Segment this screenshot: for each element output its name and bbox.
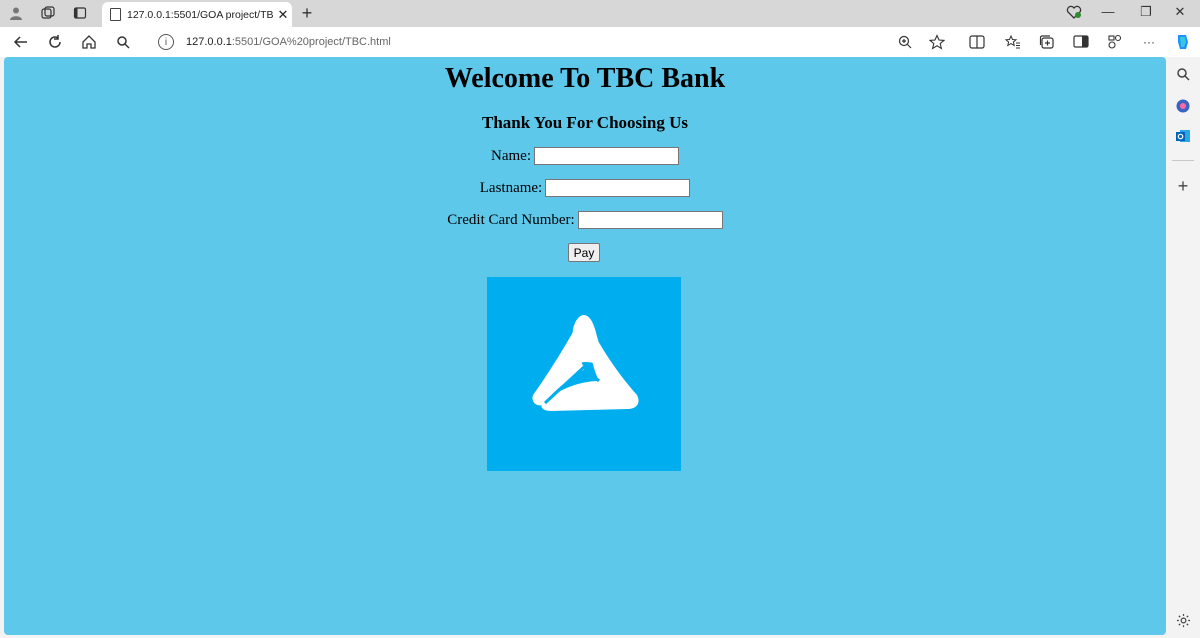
favorite-star-icon[interactable]: [928, 33, 946, 51]
page-viewport: Welcome To TBC Bank Thank You For Choosi…: [4, 57, 1166, 635]
tab-actions-icon[interactable]: [72, 5, 88, 21]
lastname-row: Lastname:: [4, 179, 1166, 197]
tbc-logo: [487, 277, 681, 471]
page-title: Welcome To TBC Bank: [444, 63, 726, 94]
credit-card-input[interactable]: [577, 211, 723, 229]
lastname-label: Lastname:: [479, 179, 543, 196]
minimize-button[interactable]: —: [1098, 4, 1118, 19]
split-screen-icon[interactable]: [968, 33, 986, 51]
sidebar-add-icon[interactable]: +: [1174, 176, 1192, 196]
collections-icon[interactable]: [1038, 33, 1056, 51]
name-label: Name:: [491, 147, 531, 164]
copilot-icon[interactable]: [1174, 33, 1192, 51]
browser-essentials-icon[interactable]: [1072, 33, 1090, 51]
browser-essentials-heart-icon[interactable]: [1064, 4, 1084, 23]
pay-button[interactable]: Pay: [568, 243, 600, 262]
close-tab-icon[interactable]: ✕: [274, 7, 292, 23]
tab-title: 127.0.0.1:5501/GOA project/TBC: [127, 8, 274, 21]
name-input[interactable]: [533, 147, 679, 165]
page-subtitle: Thank You For Choosing Us: [482, 113, 688, 132]
address-bar[interactable]: i 127.0.0.1:5501/GOA%20project/TBC.html: [148, 30, 956, 54]
navigation-bar: i 127.0.0.1:5501/GOA%20project/TBC.html …: [0, 27, 1200, 57]
url-text[interactable]: 127.0.0.1:5501/GOA%20project/TBC.html: [186, 36, 391, 48]
sidebar-search-icon[interactable]: [1174, 65, 1192, 83]
favorites-icon[interactable]: [1004, 33, 1022, 51]
more-options-button[interactable]: ···: [1140, 33, 1158, 51]
sidebar-divider: [1172, 160, 1194, 161]
page-icon: [110, 8, 121, 21]
url-path: :5501/GOA%20project/TBC.html: [231, 36, 391, 48]
name-row: Name:: [4, 147, 1166, 165]
back-icon[interactable]: [12, 33, 30, 51]
tab-strip: 127.0.0.1:5501/GOA project/TBC ✕ + — ❐ ✕: [0, 0, 1200, 27]
workspaces-icon[interactable]: [40, 5, 56, 21]
settings-icon[interactable]: [1174, 611, 1192, 629]
url-host: 127.0.0.1: [186, 36, 232, 48]
active-tab[interactable]: 127.0.0.1:5501/GOA project/TBC ✕: [102, 2, 292, 27]
refresh-icon[interactable]: [46, 33, 64, 51]
close-window-button[interactable]: ✕: [1170, 4, 1190, 20]
sidebar: +: [1166, 57, 1200, 638]
ellipsis-text: ···: [1143, 35, 1155, 49]
home-icon[interactable]: [80, 33, 98, 51]
info-icon[interactable]: i: [158, 34, 174, 50]
card-row: Credit Card Number:: [4, 211, 1166, 229]
lastname-input[interactable]: [545, 179, 691, 197]
sidebar-shopping-icon[interactable]: [1174, 97, 1192, 115]
zoom-icon[interactable]: [896, 33, 914, 51]
credit-card-label: Credit Card Number:: [447, 211, 575, 228]
restore-button[interactable]: ❐: [1136, 4, 1156, 20]
profile-icon[interactable]: [8, 5, 24, 21]
search-icon[interactable]: [114, 33, 132, 51]
extensions-icon[interactable]: [1106, 33, 1124, 51]
new-tab-button[interactable]: +: [298, 3, 316, 24]
sidebar-outlook-icon[interactable]: [1174, 127, 1192, 145]
